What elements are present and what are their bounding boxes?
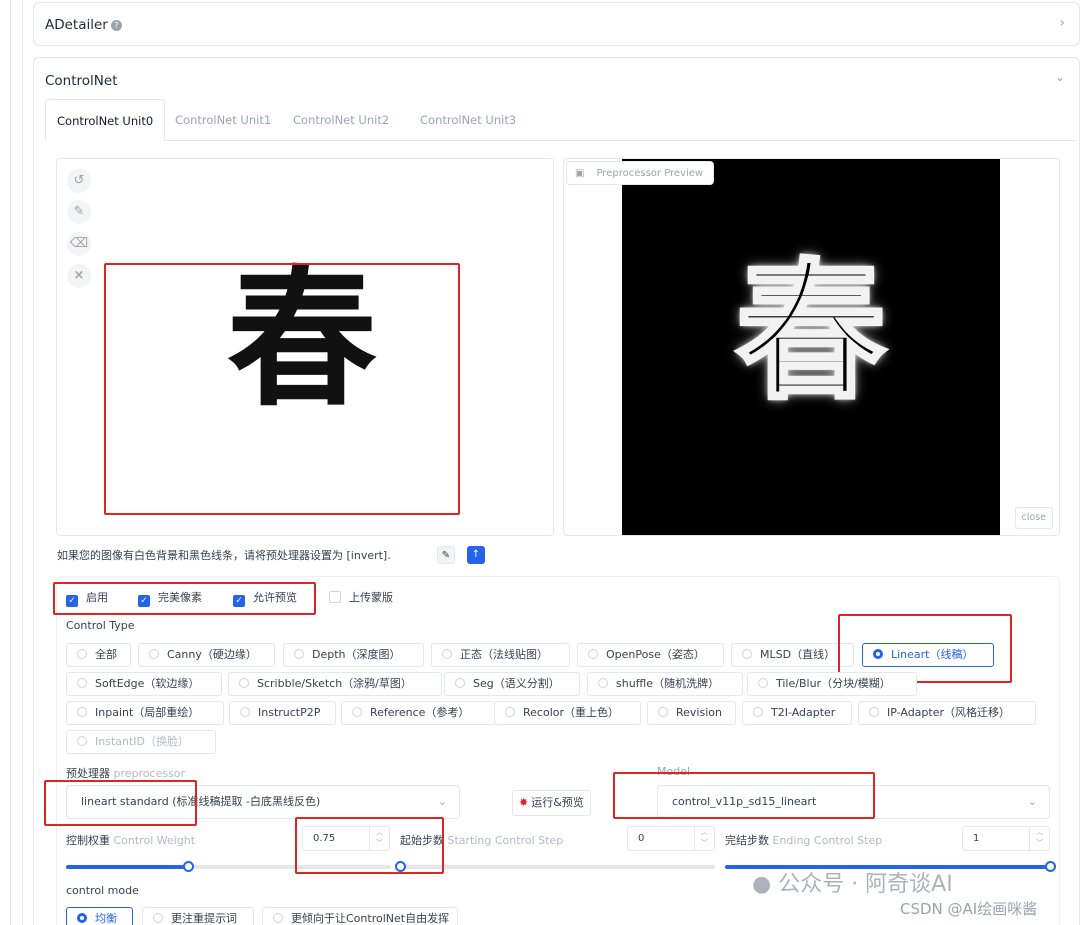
upload-mask-checkbox[interactable]: 上传蒙版 bbox=[329, 589, 393, 605]
start-step-slider[interactable] bbox=[395, 861, 715, 872]
chevron-down-icon: ⌄ bbox=[1027, 795, 1037, 808]
control-type-option[interactable]: InstantID（换脸） bbox=[66, 730, 216, 754]
slider-handle[interactable] bbox=[182, 861, 194, 872]
close-icon[interactable]: × bbox=[67, 264, 91, 288]
highlight-weight bbox=[295, 817, 444, 874]
inner-border-line bbox=[22, 0, 23, 925]
control-weight-label: 控制权重 Control Weight bbox=[66, 834, 196, 847]
image-icon: ▣ bbox=[575, 168, 585, 179]
send-arrow-icon[interactable]: ↑ bbox=[467, 546, 485, 564]
preprocessor-label: 预处理器 preprocessor bbox=[66, 767, 186, 780]
pencil-icon[interactable]: ✎ bbox=[67, 200, 91, 224]
tab-unit3[interactable]: ControlNet Unit3 bbox=[409, 99, 527, 141]
control-type-option[interactable]: 全部 bbox=[66, 643, 131, 667]
control-type-option[interactable]: Inpaint（局部重绘） bbox=[66, 701, 224, 725]
control-type-option[interactable]: OpenPose（姿态） bbox=[577, 643, 724, 667]
control-type-option[interactable]: IP-Adapter（风格迁移） bbox=[858, 701, 1036, 725]
highlight-image bbox=[104, 263, 460, 515]
slider-handle[interactable] bbox=[1045, 861, 1056, 872]
tab-unit1[interactable]: ControlNet Unit1 bbox=[164, 99, 282, 141]
control-type-option[interactable]: Recolor（重上色） bbox=[494, 701, 641, 725]
preview-lineart: 春 bbox=[734, 242, 888, 422]
control-type-option[interactable]: T2I-Adapter bbox=[742, 701, 852, 725]
highlight-checkboxes bbox=[53, 582, 316, 615]
stepper-icon[interactable]: ︿ ﹀ bbox=[694, 827, 714, 850]
eraser-icon[interactable]: ⌫ bbox=[67, 232, 91, 256]
start-step-input[interactable]: 0 ︿ ﹀ bbox=[627, 826, 715, 851]
wechat-icon: ● bbox=[752, 872, 772, 897]
csdn-watermark: CSDN @AI绘画咪酱 bbox=[900, 900, 1038, 918]
adetailer-title: ADetailer? bbox=[45, 17, 122, 33]
control-mode-balanced[interactable]: 均衡 bbox=[66, 907, 133, 925]
control-mode-prompt[interactable]: 更注重提示词 bbox=[142, 907, 254, 925]
wechat-watermark: ● 公众号 · 阿奇谈AI bbox=[752, 872, 953, 897]
controlnet-title: ControlNet bbox=[45, 73, 118, 89]
close-preview-button[interactable]: close bbox=[1014, 507, 1053, 529]
control-mode-label: control mode bbox=[66, 884, 139, 897]
controlnet-unit-tabs: ControlNet Unit0 ControlNet Unit1 Contro… bbox=[45, 99, 1075, 141]
control-type-option[interactable]: Depth（深度图） bbox=[283, 643, 424, 667]
adetailer-accordion[interactable]: ADetailer? › bbox=[33, 2, 1080, 46]
end-step-input[interactable]: 1 ︿ ﹀ bbox=[962, 826, 1050, 851]
chevron-down-icon: ⌄ bbox=[437, 795, 447, 808]
control-mode-controlnet[interactable]: 更倾向于让ControlNet自由发挥 bbox=[262, 907, 458, 925]
notepad-icon[interactable]: ✎ bbox=[437, 546, 455, 564]
outer-border-line bbox=[10, 0, 11, 925]
control-type-label: Control Type bbox=[66, 619, 135, 632]
preview-image: 春 bbox=[622, 159, 1000, 535]
control-type-option[interactable]: Scribble/Sketch（涂鸦/草图） bbox=[228, 672, 442, 696]
control-type-option[interactable]: SoftEdge（软边缘） bbox=[66, 672, 222, 696]
preprocessor-preview-panel: ▣ Preprocessor Preview 春 close bbox=[563, 158, 1060, 536]
control-type-option[interactable]: Seg（语义分割） bbox=[444, 672, 580, 696]
highlight-model bbox=[613, 772, 875, 819]
undo-icon[interactable]: ↺ bbox=[67, 169, 91, 193]
end-step-label: 完结步数 Ending Control Step bbox=[725, 834, 883, 847]
chevron-down-icon[interactable]: ⌄ bbox=[1055, 70, 1065, 84]
preview-label: ▣ Preprocessor Preview bbox=[566, 161, 715, 185]
page: ADetailer? › ControlNet ⌄ ControlNet Uni… bbox=[0, 0, 1080, 925]
tab-unit2[interactable]: ControlNet Unit2 bbox=[282, 99, 400, 141]
control-type-option[interactable]: shuffle（随机洗牌） bbox=[587, 672, 743, 696]
invert-hint: 如果您的图像有白色背景和黑色线条，请将预处理器设置为 [invert]. bbox=[57, 549, 391, 562]
explosion-icon: ✸ bbox=[519, 796, 529, 809]
control-type-option[interactable]: InstructP2P bbox=[229, 701, 336, 725]
control-type-option[interactable]: Reference（参考） bbox=[341, 701, 496, 725]
slider-fill bbox=[66, 865, 188, 869]
stepper-icon[interactable]: ︿ ﹀ bbox=[1029, 827, 1049, 850]
control-type-option[interactable]: Revision bbox=[647, 701, 736, 725]
control-type-option[interactable]: 正态（法线贴图） bbox=[431, 643, 570, 667]
tab-unit0[interactable]: ControlNet Unit0 bbox=[45, 99, 166, 141]
run-preview-button[interactable]: ✸ 运行&预览 bbox=[512, 790, 591, 816]
highlight-preprocessor bbox=[44, 780, 197, 826]
control-type-option[interactable]: Canny（硬边缘） bbox=[138, 643, 275, 667]
control-type-option[interactable]: MLSD（直线） bbox=[731, 643, 854, 667]
control-type-option[interactable]: Tile/Blur（分块/模糊） bbox=[747, 672, 917, 696]
help-icon[interactable]: ? bbox=[110, 20, 122, 31]
chevron-right-icon[interactable]: › bbox=[1059, 15, 1065, 31]
